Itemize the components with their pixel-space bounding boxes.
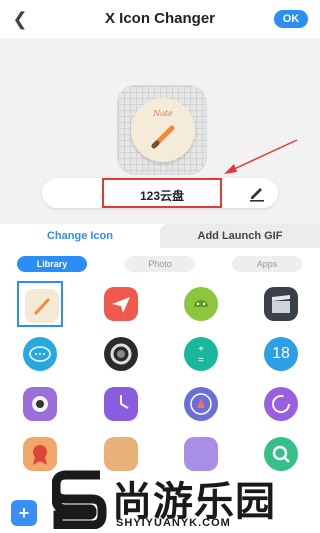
icon-cell-camera[interactable] <box>17 381 63 427</box>
camera-lens-icon <box>104 337 138 371</box>
icon-cell-refresh[interactable] <box>258 381 304 427</box>
app-name-field[interactable]: 123云盘 <box>102 178 222 208</box>
icon-preview-frame: Note <box>117 85 207 175</box>
watermark-english: SHYIYUANYK.COM <box>116 517 231 529</box>
note-icon <box>25 289 59 323</box>
compass-icon <box>184 387 218 421</box>
calculator-icon: + = <box>184 337 218 371</box>
android-icon <box>184 287 218 321</box>
svg-text:=: = <box>198 355 204 366</box>
icon-cell-compass[interactable] <box>178 381 224 427</box>
icon-cell-clock[interactable] <box>98 381 144 427</box>
paper-plane-icon <box>104 287 138 321</box>
edit-pencil-icon[interactable] <box>248 184 266 202</box>
icon-cell-note[interactable] <box>17 281 63 327</box>
calendar-icon: 18 <box>264 337 298 371</box>
ok-button[interactable]: OK <box>274 10 308 28</box>
camera-icon <box>23 387 57 421</box>
tab-change-icon[interactable]: Change Icon <box>0 224 160 248</box>
clock-icon <box>104 387 138 421</box>
icon-cell-paper-plane[interactable] <box>98 281 144 327</box>
tab-add-launch-gif[interactable]: Add Launch GIF <box>160 224 320 248</box>
filter-photo[interactable]: Photo <box>125 256 195 272</box>
page-title: X Icon Changer <box>104 10 216 27</box>
filter-apps[interactable]: Apps <box>232 256 302 272</box>
watermark: 尚游乐园 SHYIYUANYK.COM <box>52 465 320 533</box>
calendar-number: 18 <box>272 345 290 362</box>
add-button[interactable]: + <box>11 500 37 526</box>
note-icon: Note <box>131 98 195 162</box>
clapper-icon <box>264 287 298 321</box>
icon-cell-chat[interactable] <box>17 331 63 377</box>
icon-cell-calendar[interactable]: 18 <box>258 331 304 377</box>
note-icon-label: Note <box>153 109 173 118</box>
pencil-icon <box>151 125 175 149</box>
app-name-bar: 123云盘 <box>42 178 278 208</box>
watermark-logo-icon <box>52 470 107 529</box>
icon-cell-clapper[interactable] <box>258 281 304 327</box>
chat-bubble-icon <box>23 337 57 371</box>
main-tabs: Change Icon Add Launch GIF <box>0 224 320 248</box>
top-bar: ❮ X Icon Changer OK <box>0 0 320 38</box>
svg-text:+: + <box>198 344 204 355</box>
app-name-text: 123云盘 <box>139 189 185 203</box>
icon-cell-lens[interactable] <box>98 331 144 377</box>
icon-cell-android[interactable] <box>178 281 224 327</box>
icon-cell-calculator[interactable]: + = <box>178 331 224 377</box>
source-filter: Library Photo Apps <box>0 254 320 274</box>
filter-library[interactable]: Library <box>17 256 87 272</box>
refresh-icon <box>264 387 298 421</box>
